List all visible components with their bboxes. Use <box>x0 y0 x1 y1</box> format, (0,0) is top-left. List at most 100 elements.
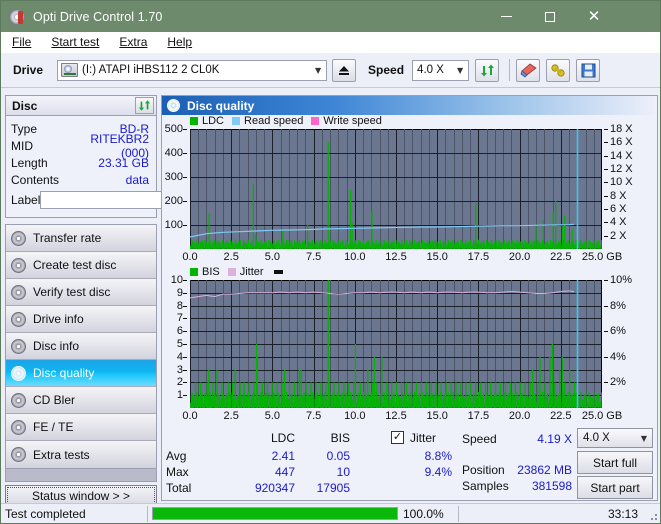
maximize-button[interactable] <box>528 1 572 32</box>
test-speed-value: 4.0 X <box>583 432 610 444</box>
stats-max-jitter: 9.4% <box>424 465 452 479</box>
disc-value-contents: data <box>125 172 149 187</box>
minimize-button[interactable] <box>484 1 528 32</box>
y2-tick-label: 16 X <box>610 136 633 149</box>
x-tick-label: 17.5 <box>467 251 490 263</box>
start-part-button[interactable]: Start part <box>577 476 653 499</box>
sidebar-label-cd-bler: CD Bler <box>33 393 76 407</box>
legend-label-read-speed: Read speed <box>244 115 304 127</box>
chevron-down-icon: ▼ <box>640 433 648 443</box>
jitter-checkbox[interactable]: ✓ <box>391 431 404 444</box>
menu-item-start-test[interactable]: Start test <box>48 34 102 50</box>
nav-list: Transfer rate Create test disc Verify te… <box>5 224 157 469</box>
x-tick-label: 7.5 <box>305 251 322 263</box>
stats-label-samples: Samples <box>462 479 509 493</box>
y-tick-mark <box>183 344 187 345</box>
x-tick-label: 10.0 <box>344 251 366 263</box>
legend-extra-marker <box>273 270 283 274</box>
sidebar-item-disc-info[interactable]: Disc info <box>6 333 156 360</box>
app-disc-icon <box>9 8 25 25</box>
x-tick-label: 22.5 <box>550 410 572 422</box>
disc-panel-body: Type BD-R MID RITEKBR2 (000) Length 23.3… <box>5 116 207 218</box>
menu-item-file[interactable]: File <box>9 34 34 50</box>
sidebar-label-create-test-disc: Create test disc <box>33 258 117 272</box>
stats-value-speed: 4.19 X <box>537 432 572 446</box>
sidebar-item-verify-test-disc[interactable]: Verify test disc <box>6 279 156 306</box>
sidebar-item-transfer-rate[interactable]: Transfer rate <box>6 225 156 252</box>
disc-icon <box>11 365 26 381</box>
x-tick-label: 12.5 <box>385 410 407 422</box>
speed-select[interactable]: 4.0 X ▼ <box>412 59 470 81</box>
x-tick-label: 25.0 GB <box>581 410 623 422</box>
ldc-x-axis: 0.0 2.5 5.0 7.5 10.0 12.5 15.0 17.5 20.0 22.5 25.0… <box>162 251 657 267</box>
erase-button[interactable] <box>516 58 541 82</box>
y2-tick-mark <box>604 196 608 197</box>
toolbar-separator <box>509 59 511 81</box>
drive-icon <box>61 63 79 77</box>
y-tick-mark <box>183 201 187 202</box>
status-message: Test completed <box>5 506 86 521</box>
application-window: Opti Drive Control 1.70 ✕ File Start tes… <box>0 0 661 524</box>
x-tick-label: 5.0 <box>264 410 281 422</box>
y2-tick-mark <box>604 156 608 157</box>
ldc-chart: LDC Read speed Write speed 100 200 300 400 5… <box>162 115 657 265</box>
resize-grip[interactable] <box>647 510 657 520</box>
sidebar-item-disc-quality[interactable]: Disc quality <box>6 360 156 387</box>
legend-swatch-bis <box>190 268 198 276</box>
disc-value-length: 23.31 GB <box>98 155 149 170</box>
y2-tick-label: 14 X <box>610 149 633 162</box>
sidebar-label-fe-te: FE / TE <box>33 420 74 434</box>
nav-spacer <box>5 469 157 482</box>
sidebar-item-cd-bler[interactable]: CD Bler <box>6 387 156 414</box>
disc-icon <box>11 311 26 327</box>
menu-item-help[interactable]: Help <box>164 34 195 50</box>
window-title: Opti Drive Control 1.70 <box>33 9 163 24</box>
close-button[interactable]: ✕ <box>572 1 616 32</box>
start-full-button[interactable]: Start full <box>577 451 653 474</box>
refresh-icon <box>480 64 494 76</box>
menu-item-extra[interactable]: Extra <box>116 34 150 50</box>
drive-select[interactable]: (I:) ATAPI iHBS112 2 CL0K ▼ <box>57 59 328 81</box>
disc-quality-panel: Disc quality LDC Read speed Write speed … <box>161 95 658 501</box>
ldc-chart-svg <box>190 129 602 249</box>
save-button[interactable] <box>576 58 601 82</box>
legend-label-jitter: Jitter <box>239 266 264 278</box>
y2-tick-label: 10 X <box>610 176 633 189</box>
test-speed-select[interactable]: 4.0 X ▼ <box>577 428 653 448</box>
y-tick-label: 500 <box>164 123 183 135</box>
y-tick-mark <box>183 357 187 358</box>
chevron-down-icon: ▼ <box>456 65 464 75</box>
sidebar-label-disc-quality: Disc quality <box>33 366 95 380</box>
sidebar-item-drive-info[interactable]: Drive info <box>6 306 156 333</box>
y-tick-mark <box>183 293 187 294</box>
sidebar-item-extra-tests[interactable]: Extra tests <box>6 441 156 468</box>
y-tick-label: 200 <box>164 195 183 207</box>
disc-refresh-button[interactable] <box>135 97 154 114</box>
progress-fill <box>153 508 397 519</box>
disc-icon <box>11 447 26 462</box>
tools-button[interactable] <box>546 58 571 82</box>
disc-icon <box>11 392 26 408</box>
y-tick-mark <box>183 382 187 383</box>
y2-tick-label: 18 X <box>610 123 633 135</box>
sidebar-label-extra-tests: Extra tests <box>33 447 90 462</box>
stats-row-label-total: Total <box>166 481 192 495</box>
refresh-button[interactable] <box>475 58 500 82</box>
chart-legend-ldc: LDC Read speed Write speed <box>190 115 386 127</box>
y2-tick-mark <box>604 357 608 358</box>
stats-avg-jitter: 8.8% <box>424 449 452 463</box>
disc-label-row: Label <box>11 189 207 211</box>
menu-label-start-test: Start test <box>51 35 100 49</box>
menu-bar: File Start test Extra Help <box>1 32 660 53</box>
y2-tick-mark <box>604 209 608 210</box>
sidebar-item-create-test-disc[interactable]: Create test disc <box>6 252 156 279</box>
bis-chart-svg <box>190 280 602 408</box>
legend-label-write-speed: Write speed <box>323 115 382 127</box>
speed-label: Speed <box>368 63 405 77</box>
tools-icon <box>550 63 565 77</box>
sidebar-item-fe-te[interactable]: FE / TE <box>6 414 156 441</box>
eject-button[interactable] <box>332 58 357 82</box>
x-tick-label: 0.0 <box>182 251 198 263</box>
speed-select-value: 4.0 X <box>417 64 444 76</box>
y2-tick-mark <box>604 129 608 130</box>
